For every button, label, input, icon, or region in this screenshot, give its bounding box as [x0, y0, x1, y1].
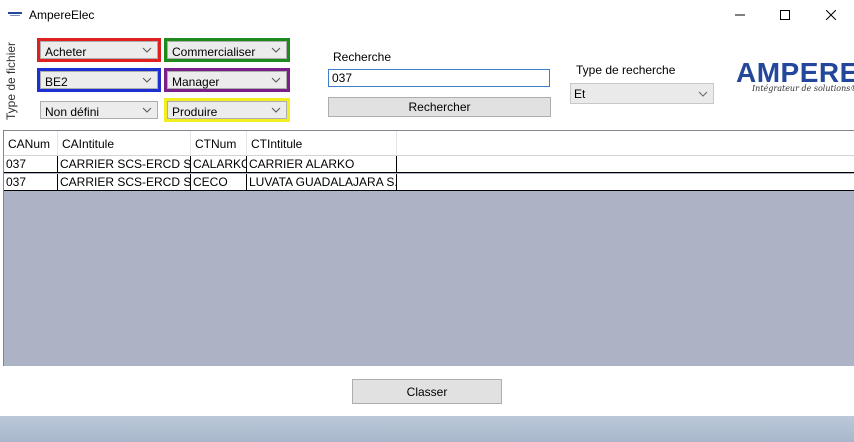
cell-ctnum[interactable]: CALARKO: [191, 156, 247, 173]
column-header-ctnum[interactable]: CTNum: [191, 131, 247, 156]
close-button[interactable]: [808, 0, 854, 30]
manager-combo-value: Manager: [172, 75, 220, 89]
minimize-button[interactable]: [717, 0, 763, 30]
search-label: Recherche: [333, 50, 392, 64]
non-defini-combo-value: Non défini: [45, 105, 100, 119]
file-type-label: Type de fichier: [4, 41, 18, 120]
chevron-down-icon: [271, 77, 281, 83]
close-icon: [826, 10, 836, 20]
table-row[interactable]: 037 CARRIER SCS-ERCD SAV CALARKO CARRIER…: [4, 156, 854, 173]
search-type-label: Type de recherche: [576, 63, 676, 77]
results-grid[interactable]: CANum CAIntitule CTNum CTIntitule 037 CA…: [3, 130, 854, 366]
chevron-down-icon: [271, 47, 281, 53]
search-type-value: Et: [574, 87, 586, 101]
cell-caintitule[interactable]: CARRIER SCS-ERCD SAV: [58, 156, 191, 173]
column-header-canum[interactable]: CANum: [4, 131, 58, 156]
search-type-combo[interactable]: Et: [570, 83, 714, 104]
be2-combo[interactable]: BE2: [37, 68, 161, 92]
non-defini-combo[interactable]: Non défini: [37, 98, 161, 122]
produire-combo-value: Produire: [172, 105, 218, 119]
cell-canum[interactable]: 037: [4, 156, 58, 173]
classer-button[interactable]: Classer: [352, 379, 502, 404]
maximize-button[interactable]: [762, 0, 808, 30]
column-header-caintitule[interactable]: CAIntitule: [58, 131, 191, 156]
title-bar: AmpereElec: [0, 0, 854, 30]
commercialiser-combo[interactable]: Commercialiser: [164, 38, 290, 62]
be2-combo-value: BE2: [45, 75, 68, 89]
table-row[interactable]: 037 CARRIER SCS-ERCD SAV CECO LUVATA GUA…: [4, 174, 854, 191]
grid-header: CANum CAIntitule CTNum CTIntitule: [4, 131, 854, 156]
chevron-down-icon: [142, 107, 152, 113]
commercialiser-combo-value: Commercialiser: [172, 45, 256, 59]
column-header-ctintitule[interactable]: CTIntitule: [247, 131, 397, 156]
cell-ctintitule[interactable]: LUVATA GUADALAJARA S.A: [247, 174, 397, 191]
acheter-combo[interactable]: Acheter: [37, 38, 161, 62]
chevron-down-icon: [142, 47, 152, 53]
produire-combo[interactable]: Produire: [164, 98, 290, 122]
cell-canum[interactable]: 037: [4, 174, 58, 191]
manager-combo[interactable]: Manager: [164, 68, 290, 92]
acheter-combo-value: Acheter: [45, 45, 87, 59]
maximize-icon: [780, 10, 790, 20]
cell-ctnum[interactable]: CECO: [191, 174, 247, 191]
search-button[interactable]: Rechercher: [328, 97, 551, 117]
chevron-down-icon: [142, 77, 152, 83]
minimize-icon: [735, 14, 745, 16]
cell-caintitule[interactable]: CARRIER SCS-ERCD SAV: [58, 174, 191, 191]
chevron-down-icon: [271, 107, 281, 113]
logo-tagline: Intégrateur de solutions®: [752, 84, 854, 93]
file-type-label-container: Type de fichier: [3, 40, 19, 120]
search-input[interactable]: 037: [328, 69, 550, 87]
app-logo-icon: [8, 12, 22, 16]
window-title: AmpereElec: [29, 8, 95, 22]
ampere-logo: AMPERE Intégrateur de solutions®: [734, 58, 854, 102]
chevron-down-icon: [698, 91, 708, 97]
cell-ctintitule[interactable]: CARRIER ALARKO: [247, 156, 397, 173]
status-bar: [0, 416, 854, 442]
